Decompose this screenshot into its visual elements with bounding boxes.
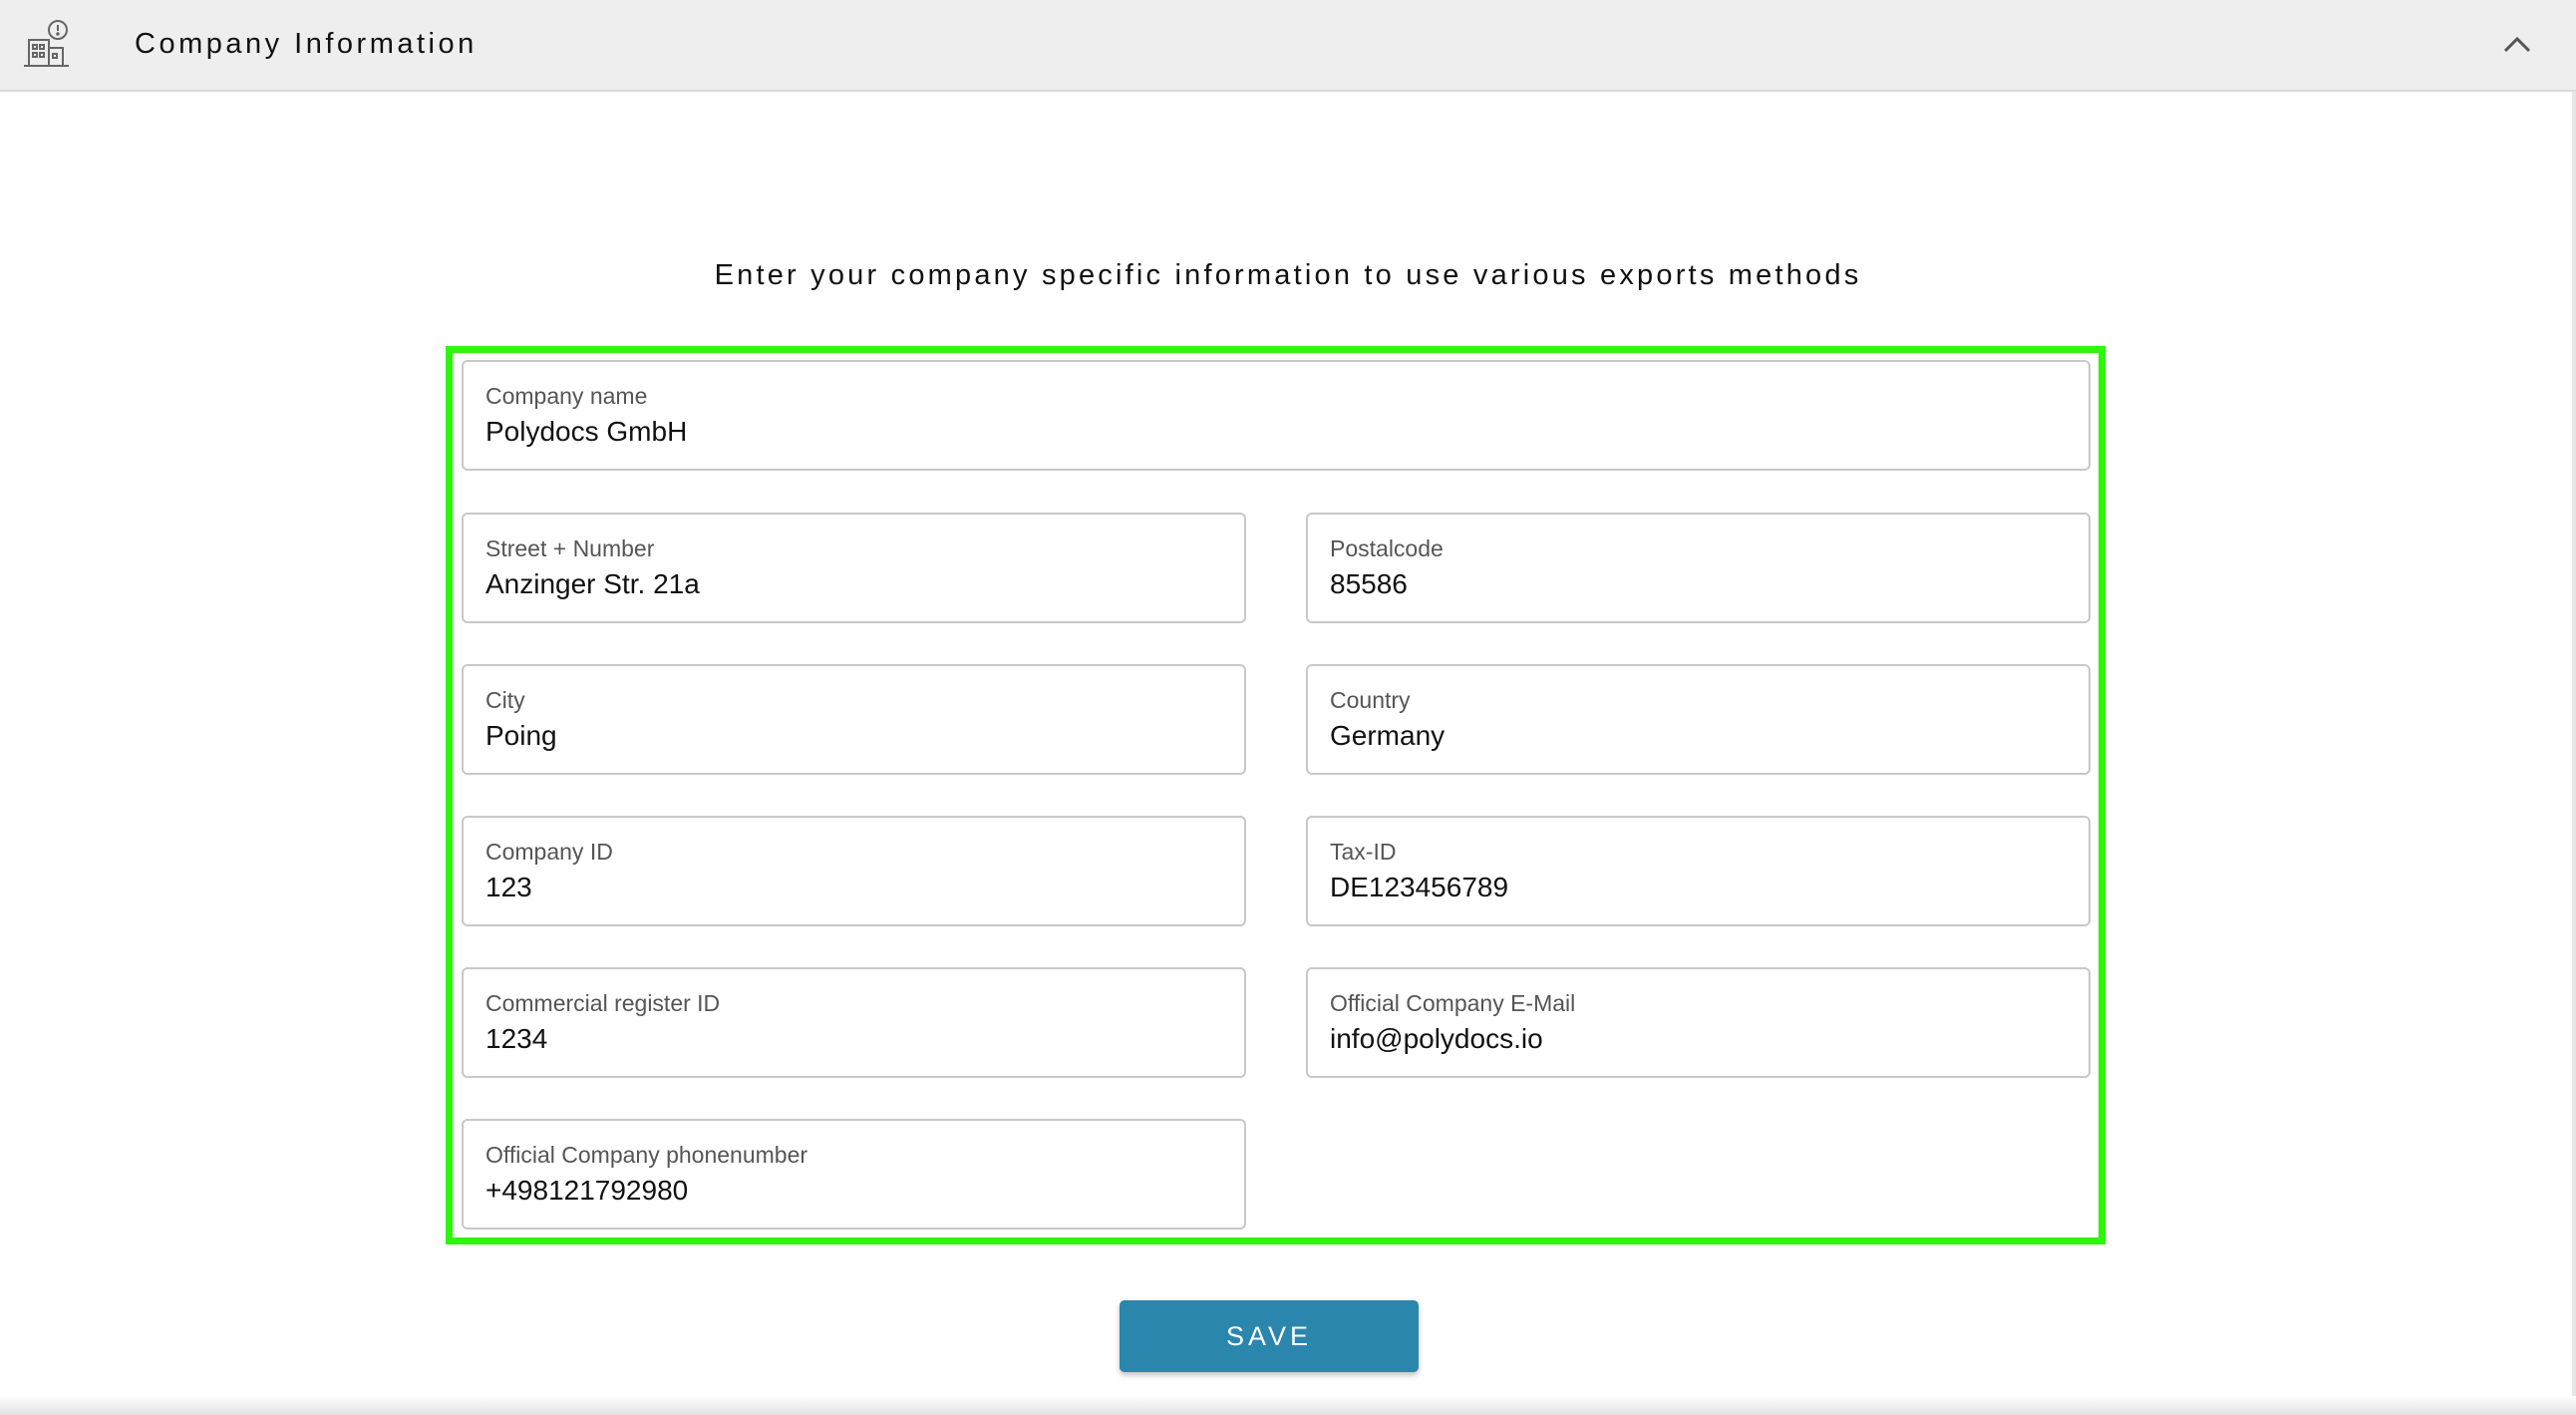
company-information-header[interactable]: Company Information — [0, 0, 2576, 92]
company-id-field[interactable]: Company ID 123 — [462, 816, 1246, 926]
company-name-input[interactable]: Polydocs GmbH — [485, 414, 687, 450]
tax-id-input[interactable]: DE123456789 — [1330, 870, 1508, 905]
company-id-label: Company ID — [485, 839, 613, 865]
postalcode-label: Postalcode — [1330, 535, 1444, 561]
company-information-page: Company Information Enter your company s… — [0, 0, 2576, 1415]
country-label: Country — [1330, 687, 1411, 713]
country-input[interactable]: Germany — [1330, 718, 1445, 754]
save-button[interactable]: SAVE — [1120, 1300, 1419, 1372]
company-form-highlight — [446, 346, 2105, 1244]
company-id-input[interactable]: 123 — [485, 870, 532, 905]
city-input[interactable]: Poing — [485, 718, 557, 754]
phone-field[interactable]: Official Company phonenumber +4981217929… — [462, 1119, 1246, 1230]
street-input[interactable]: Anzinger Str. 21a — [485, 566, 700, 602]
page-title: Company Information — [135, 28, 478, 60]
postalcode-field[interactable]: Postalcode 85586 — [1306, 513, 2091, 623]
city-label: City — [485, 687, 525, 713]
street-field[interactable]: Street + Number Anzinger Str. 21a — [462, 513, 1246, 623]
country-field[interactable]: Country Germany — [1306, 664, 2091, 775]
chevron-up-icon[interactable] — [2500, 31, 2534, 57]
commercial-register-id-input[interactable]: 1234 — [485, 1021, 547, 1057]
company-name-label: Company name — [485, 383, 648, 409]
email-input[interactable]: info@polydocs.io — [1330, 1021, 1543, 1057]
phone-input[interactable]: +498121792980 — [485, 1173, 688, 1209]
company-building-icon — [24, 20, 69, 67]
commercial-register-id-field[interactable]: Commercial register ID 1234 — [462, 967, 1246, 1078]
tax-id-field[interactable]: Tax-ID DE123456789 — [1306, 816, 2091, 926]
street-label: Street + Number — [485, 535, 655, 561]
city-field[interactable]: City Poing — [462, 664, 1246, 775]
bottom-edge-shadow — [0, 1396, 2576, 1415]
postalcode-input[interactable]: 85586 — [1330, 566, 1408, 602]
tax-id-label: Tax-ID — [1330, 839, 1397, 865]
company-name-field[interactable]: Company name Polydocs GmbH — [462, 360, 2091, 471]
commercial-register-id-label: Commercial register ID — [485, 990, 721, 1016]
email-label: Official Company E-Mail — [1330, 990, 1576, 1016]
form-instructions: Enter your company specific information … — [714, 259, 1862, 291]
email-field[interactable]: Official Company E-Mail info@polydocs.io — [1306, 967, 2091, 1078]
phone-label: Official Company phonenumber — [485, 1142, 808, 1168]
